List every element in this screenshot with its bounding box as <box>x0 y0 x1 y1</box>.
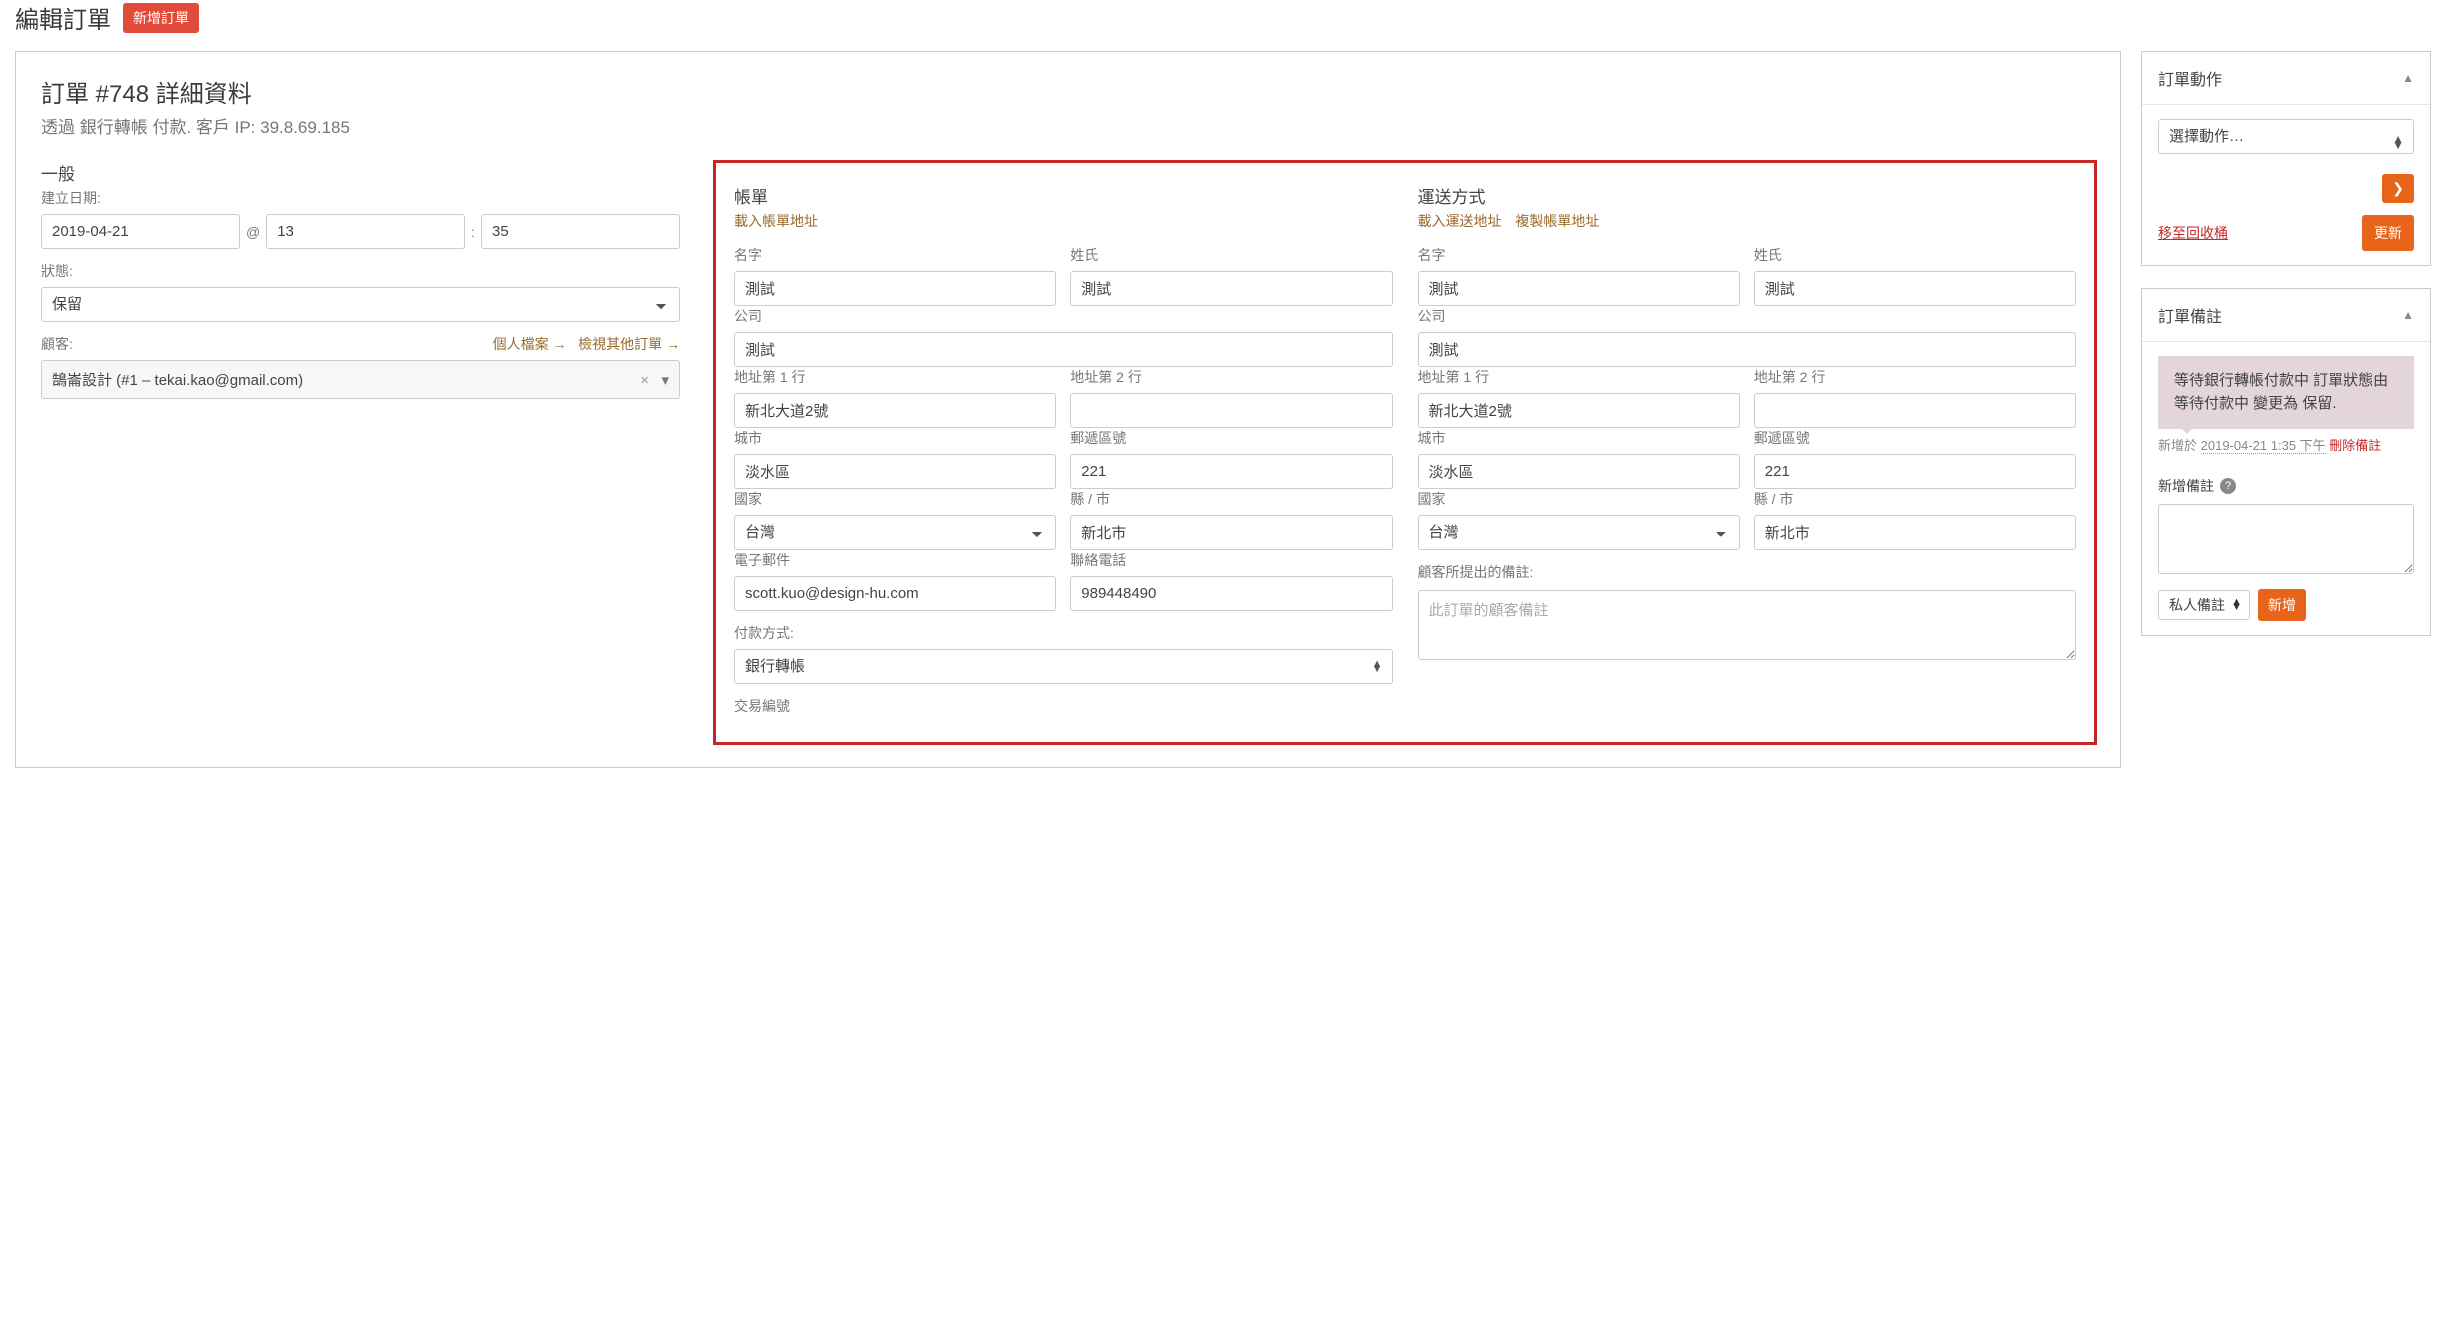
shipping-state-input[interactable] <box>1754 515 2076 550</box>
help-icon[interactable]: ? <box>2220 478 2236 494</box>
apply-action-button[interactable]: ❯ <box>2382 174 2414 203</box>
shipping-address2-input[interactable] <box>1754 393 2076 428</box>
load-billing-address-link[interactable]: 載入帳單地址 <box>734 213 818 229</box>
order-actions-panel: 訂單動作 ▲ 選擇動作… ▲▼ ❯ 移至回收桶 更新 <box>2141 51 2431 266</box>
note-timestamp: 2019-04-21 1:35 下午 <box>2201 438 2326 454</box>
order-title: 訂單 #748 詳細資料 <box>41 74 2095 109</box>
shipping-country-label: 國家 <box>1418 489 1740 509</box>
billing-country-select[interactable]: 台灣 <box>734 515 1056 550</box>
created-date-label: 建立日期: <box>41 188 680 208</box>
panel-collapse-icon[interactable]: ▲ <box>2402 308 2414 322</box>
created-hour-input[interactable] <box>266 214 465 249</box>
order-notes-title: 訂單備註 <box>2158 303 2222 327</box>
shipping-postcode-label: 郵遞區號 <box>1754 428 2076 448</box>
shipping-postcode-input[interactable] <box>1754 454 2076 489</box>
billing-address2-input[interactable] <box>1070 393 1392 428</box>
order-actions-title: 訂單動作 <box>2158 66 2222 90</box>
billing-postcode-input[interactable] <box>1070 454 1392 489</box>
billing-address1-input[interactable] <box>734 393 1056 428</box>
order-subtitle: 透過 銀行轉帳 付款. 客戶 IP: 39.8.69.185 <box>41 113 2095 138</box>
shipping-section-title: 運送方式 <box>1418 183 2076 208</box>
billing-company-input[interactable] <box>734 332 1392 367</box>
shipping-last-name-input[interactable] <box>1754 271 2076 306</box>
customer-value: 鵠崙設計 (#1 – tekai.kao@gmail.com) <box>52 369 303 390</box>
billing-email-input[interactable] <box>734 576 1056 611</box>
created-date-input[interactable] <box>41 214 240 249</box>
order-notes-panel: 訂單備註 ▲ 等待銀行轉帳付款中 訂單狀態由 等待付款中 變更為 保留. 新增於… <box>2141 288 2431 636</box>
shipping-city-label: 城市 <box>1418 428 1740 448</box>
shipping-first-name-input[interactable] <box>1418 271 1740 306</box>
new-note-textarea[interactable] <box>2158 504 2414 574</box>
billing-city-label: 城市 <box>734 428 1056 448</box>
status-label: 狀態: <box>41 261 680 281</box>
shipping-state-label: 縣 / 市 <box>1754 489 2076 509</box>
load-shipping-address-link[interactable]: 載入運送地址 <box>1418 213 1502 229</box>
billing-phone-input[interactable] <box>1070 576 1392 611</box>
general-section-title: 一般 <box>41 160 680 185</box>
at-symbol: @ <box>246 224 260 240</box>
new-order-button[interactable]: 新增訂單 <box>123 3 199 33</box>
customer-clear-icon[interactable]: × <box>640 372 649 389</box>
customer-label: 顧客: <box>41 334 73 354</box>
billing-last-name-label: 姓氏 <box>1070 245 1392 265</box>
note-type-select[interactable]: 私人備註 <box>2158 590 2250 620</box>
shipping-last-name-label: 姓氏 <box>1754 245 2076 265</box>
update-button[interactable]: 更新 <box>2362 215 2414 251</box>
order-panel: 訂單 #748 詳細資料 透過 銀行轉帳 付款. 客戶 IP: 39.8.69.… <box>15 51 2121 768</box>
payment-method-label: 付款方式: <box>734 623 1392 643</box>
billing-address1-label: 地址第 1 行 <box>734 367 1056 387</box>
billing-city-input[interactable] <box>734 454 1056 489</box>
chevron-down-icon: ▾ <box>662 372 670 389</box>
panel-collapse-icon[interactable]: ▲ <box>2402 71 2414 85</box>
shipping-company-input[interactable] <box>1418 332 2076 367</box>
billing-company-label: 公司 <box>734 306 1392 326</box>
shipping-address2-label: 地址第 2 行 <box>1754 367 2076 387</box>
billing-section-title: 帳單 <box>734 183 1392 208</box>
status-select[interactable]: 保留 <box>41 287 680 322</box>
other-orders-link[interactable]: 檢視其他訂單 → <box>578 336 680 352</box>
shipping-company-label: 公司 <box>1418 306 2076 326</box>
billing-address2-label: 地址第 2 行 <box>1070 367 1392 387</box>
billing-country-label: 國家 <box>734 489 1056 509</box>
shipping-address1-label: 地址第 1 行 <box>1418 367 1740 387</box>
add-note-label: 新增備註 <box>2158 476 2214 496</box>
order-note-meta: 新增於 2019-04-21 1:35 下午 刪除備註 <box>2158 435 2414 454</box>
shipping-city-input[interactable] <box>1418 454 1740 489</box>
time-sep: : <box>471 224 475 240</box>
billing-first-name-label: 名字 <box>734 245 1056 265</box>
customer-note-label: 顧客所提出的備註: <box>1418 562 2076 582</box>
billing-state-label: 縣 / 市 <box>1070 489 1392 509</box>
add-note-button[interactable]: 新增 <box>2258 589 2306 621</box>
billing-phone-label: 聯絡電話 <box>1070 550 1392 570</box>
profile-link[interactable]: 個人檔案 → <box>493 336 567 352</box>
delete-note-link[interactable]: 刪除備註 <box>2329 438 2381 453</box>
customer-select[interactable]: 鵠崙設計 (#1 – tekai.kao@gmail.com) × ▾ <box>41 360 680 399</box>
copy-billing-address-link[interactable]: 複製帳單地址 <box>1515 213 1599 229</box>
billing-state-input[interactable] <box>1070 515 1392 550</box>
payment-method-select[interactable]: 銀行轉帳 <box>734 649 1392 684</box>
order-note: 等待銀行轉帳付款中 訂單狀態由 等待付款中 變更為 保留. <box>2158 356 2414 429</box>
order-action-select[interactable]: 選擇動作… <box>2158 119 2414 154</box>
billing-first-name-input[interactable] <box>734 271 1056 306</box>
created-minute-input[interactable] <box>481 214 680 249</box>
transaction-id-label: 交易編號 <box>734 696 1392 716</box>
move-to-trash-link[interactable]: 移至回收桶 <box>2158 223 2228 243</box>
page-title: 編輯訂單 <box>15 0 111 35</box>
shipping-first-name-label: 名字 <box>1418 245 1740 265</box>
shipping-country-select[interactable]: 台灣 <box>1418 515 1740 550</box>
shipping-address1-input[interactable] <box>1418 393 1740 428</box>
billing-last-name-input[interactable] <box>1070 271 1392 306</box>
customer-note-textarea[interactable] <box>1418 590 2076 660</box>
billing-email-label: 電子郵件 <box>734 550 1056 570</box>
chevron-right-icon: ❯ <box>2392 180 2404 196</box>
billing-postcode-label: 郵遞區號 <box>1070 428 1392 448</box>
